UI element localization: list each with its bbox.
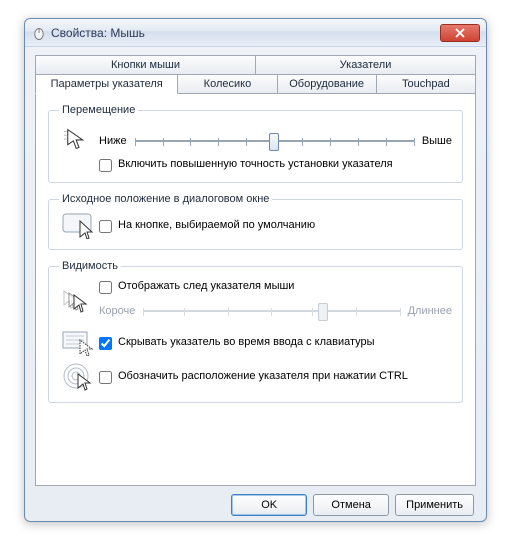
ok-button[interactable]: OK	[231, 494, 307, 516]
trails-short-label: Короче	[99, 305, 135, 317]
ctrl-locate-checkbox[interactable]	[99, 371, 112, 384]
speed-slider-row: Ниже	[99, 124, 452, 154]
tab-touchpad[interactable]: Touchpad	[377, 74, 476, 94]
visibility-group: Видимость Отображать след указателя мыши	[48, 260, 463, 403]
titlebar[interactable]: Свойства: Мышь	[25, 19, 486, 47]
button-label: OK	[261, 499, 277, 511]
motion-legend: Перемещение	[59, 104, 138, 116]
tab-label: Параметры указателя	[51, 78, 163, 90]
tab-label: Колесико	[204, 78, 252, 90]
tab-label: Оборудование	[289, 78, 364, 90]
tab-row-top: Кнопки мыши Указатели	[35, 55, 476, 74]
snap-group: Исходное положение в диалоговом окне На …	[48, 193, 463, 250]
trails-label: Отображать след указателя мыши	[118, 280, 294, 292]
tab-pointer-options[interactable]: Параметры указателя	[35, 74, 178, 94]
speed-slider[interactable]	[135, 130, 414, 152]
snap-legend: Исходное положение в диалоговом окне	[59, 193, 272, 205]
precision-checkbox[interactable]	[99, 159, 112, 172]
hide-typing-icon	[59, 330, 99, 356]
snap-checkbox[interactable]	[99, 220, 112, 233]
button-label: Применить	[406, 499, 463, 511]
close-icon	[455, 28, 465, 38]
trails-long-label: Длиннее	[408, 305, 452, 317]
client-area: Кнопки мыши Указатели Параметры указател…	[25, 47, 486, 526]
tab-buttons[interactable]: Кнопки мыши	[35, 55, 256, 74]
motion-icon	[59, 124, 99, 154]
ctrl-locate-icon	[59, 362, 99, 392]
trails-icon	[59, 289, 99, 315]
trails-checkbox[interactable]	[99, 281, 112, 294]
cancel-button[interactable]: Отмена	[313, 494, 389, 516]
tab-label: Touchpad	[402, 78, 450, 90]
trails-slider	[143, 300, 399, 322]
precision-label: Включить повышенную точность установки у…	[118, 158, 393, 170]
snap-icon	[59, 213, 99, 239]
trails-slider-row: Короче Длинн	[99, 294, 452, 324]
ctrl-locate-label: Обозначить расположение указателя при на…	[118, 370, 408, 382]
dialog-buttons: OK Отмена Применить	[35, 486, 476, 516]
tab-hardware[interactable]: Оборудование	[278, 74, 377, 94]
tab-label: Кнопки мыши	[111, 59, 180, 71]
tab-row-bottom: Параметры указателя Колесико Оборудовани…	[35, 74, 476, 94]
mouse-app-icon	[31, 25, 47, 41]
hide-typing-label: Скрывать указатель во время ввода с клав…	[118, 336, 375, 348]
tab-pointers[interactable]: Указатели	[256, 55, 476, 74]
close-button[interactable]	[440, 24, 480, 42]
snap-label: На кнопке, выбираемой по умолчанию	[118, 219, 315, 231]
hide-typing-checkbox[interactable]	[99, 337, 112, 350]
visibility-legend: Видимость	[59, 260, 121, 272]
tab-label: Указатели	[340, 59, 392, 71]
speed-slow-label: Ниже	[99, 135, 127, 147]
tab-wheel[interactable]: Колесико	[178, 74, 277, 94]
apply-button[interactable]: Применить	[395, 494, 474, 516]
window-title: Свойства: Мышь	[51, 26, 440, 40]
mouse-properties-window: Свойства: Мышь Кнопки мыши Указатели Пар…	[24, 18, 487, 522]
button-label: Отмена	[331, 499, 370, 511]
speed-fast-label: Выше	[422, 135, 452, 147]
tab-content: Перемещение Ниже	[35, 94, 476, 486]
motion-group: Перемещение Ниже	[48, 104, 463, 183]
